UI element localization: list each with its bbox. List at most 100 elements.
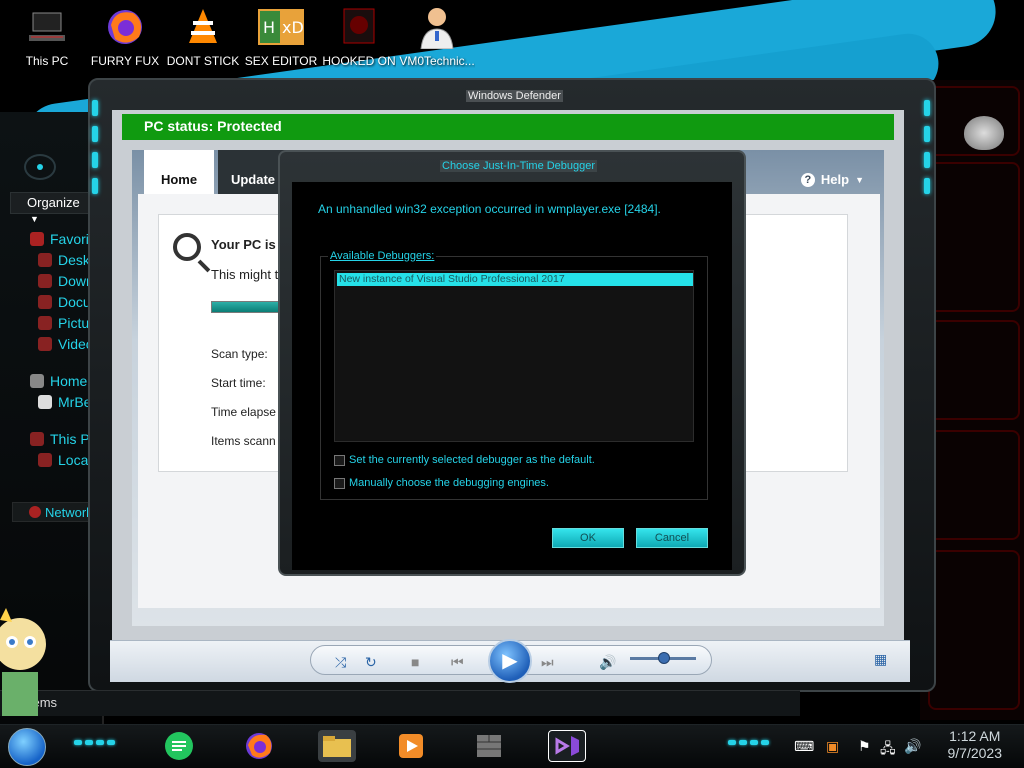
previous-icon[interactable]: ⏮ — [451, 654, 464, 671]
default-debugger-label: Set the currently selected debugger as t… — [349, 454, 595, 466]
explorer-status-bar: items — [0, 690, 800, 716]
volume-icon[interactable]: 🔊 — [599, 654, 616, 671]
taskbar-firefox[interactable] — [240, 730, 278, 762]
desktop-icon-hooked-on[interactable]: HOOKED ON — [320, 4, 398, 76]
pc-status-subtext: This might t — [211, 267, 279, 282]
flag-icon[interactable]: ⚑ — [858, 738, 871, 755]
alien-panel — [928, 162, 1020, 312]
debugger-list-item[interactable]: New instance of Visual Studio Profession… — [337, 273, 693, 286]
folder-icon — [323, 736, 351, 757]
desktop-icon-label: HOOKED ON — [322, 54, 396, 68]
taskbar-lights-left — [74, 740, 115, 745]
computer-icon — [24, 4, 70, 50]
manual-engines-checkbox-row[interactable]: Manually choose the debugging engines. — [334, 477, 549, 489]
play-button[interactable]: ▶ — [488, 639, 532, 683]
repeat-icon[interactable]: ↻ — [365, 654, 377, 671]
homegroup-icon — [30, 373, 44, 388]
desktop-icon — [38, 252, 52, 267]
vlc-icon — [180, 4, 226, 50]
available-debuggers-label: Available Debuggers: — [328, 250, 437, 262]
desktop-icon-this-pc[interactable]: This PC — [8, 4, 86, 76]
help-menu[interactable]: ? Help ▼ — [800, 172, 864, 187]
taskbar-lights-right — [728, 740, 769, 745]
dialog-body: An unhandled win32 exception occurred in… — [292, 182, 732, 570]
manual-engines-label: Manually choose the debugging engines. — [349, 477, 549, 489]
firefox-icon — [102, 4, 148, 50]
help-label: Help — [820, 172, 850, 187]
default-debugger-checkbox[interactable] — [334, 454, 345, 466]
gear-icon[interactable] — [24, 154, 56, 180]
dialog-title: Choose Just-In-Time Debugger — [440, 160, 598, 172]
pc-status-heading: Your PC is b — [211, 237, 288, 252]
brick-icon — [477, 735, 501, 757]
svg-text:H: H — [263, 18, 275, 37]
keyboard-icon[interactable]: ⌨ — [794, 738, 814, 755]
network-icon — [29, 506, 41, 518]
user-icon — [38, 394, 52, 409]
desktop-icon-dont-stick[interactable]: DONT STICK — [164, 4, 242, 76]
play-icon: ▶ — [502, 650, 518, 672]
desktop-icons: This PC FURRY FUX DONT STICK HxD SEX EDI… — [8, 4, 476, 76]
scan-progress-bar — [211, 301, 281, 313]
taskbar-media-player[interactable] — [392, 730, 430, 762]
default-debugger-checkbox-row[interactable]: Set the currently selected debugger as t… — [334, 454, 595, 466]
stop-icon[interactable]: ■ — [411, 654, 419, 670]
time-elapsed-label: Time elapse — [211, 405, 276, 419]
chevron-down-icon: ▼ — [30, 214, 39, 224]
clock[interactable]: 1:12 AM 9/7/2023 — [948, 728, 1003, 762]
frame-lights-left — [92, 100, 100, 204]
media-controls: ⤮ ↻ ■ ⏮ ⏭ 🔊 ▶ ▦ — [110, 639, 910, 683]
desktop-icon-vm0technic[interactable]: VM0Technic... — [398, 4, 476, 76]
taskbar-app-grid[interactable] — [470, 730, 508, 762]
tab-home[interactable]: Home — [144, 150, 214, 194]
desktop-icon-label: DONT STICK — [166, 54, 240, 68]
exception-message: An unhandled win32 exception occurred in… — [318, 202, 661, 216]
clock-date: 9/7/2023 — [947, 745, 1003, 761]
taskbar-visual-studio[interactable] — [548, 730, 586, 762]
switch-view-icon[interactable]: ▦ — [874, 651, 887, 668]
alien-panel — [928, 320, 1020, 420]
visual-studio-icon — [555, 736, 579, 756]
search-icon — [173, 233, 201, 261]
alien-panel — [928, 430, 1020, 540]
frame-lights-right — [924, 100, 932, 204]
star-icon — [30, 231, 44, 246]
start-button[interactable] — [8, 728, 46, 766]
items-scanned-label: Items scann — [211, 434, 276, 448]
manual-engines-checkbox[interactable] — [334, 477, 345, 489]
desktop-icon-furry-fux[interactable]: FURRY FUX — [86, 4, 164, 76]
notification-icon[interactable]: ▣ — [826, 738, 839, 755]
ok-button[interactable]: OK — [552, 528, 624, 548]
nav-item-network[interactable]: Network — [12, 502, 94, 522]
start-time-label: Start time: — [211, 376, 266, 390]
character-sticker — [0, 600, 60, 724]
desktop-icon-sex-editor[interactable]: HxD SEX EDITOR — [242, 4, 320, 76]
desktop-icon-label: SEX EDITOR — [244, 54, 318, 68]
jit-debugger-dialog: Choose Just-In-Time Debugger An unhandle… — [278, 150, 746, 576]
pc-status-bar: PC status: Protected — [122, 114, 894, 140]
alien-panel — [928, 86, 1020, 156]
clock-time: 1:12 AM — [949, 728, 1001, 744]
computer-icon — [30, 431, 44, 446]
notes-icon — [165, 732, 193, 760]
taskbar-file-explorer[interactable] — [318, 730, 356, 762]
volume-icon[interactable]: 🔊 — [904, 738, 921, 755]
nav-item-label: Network — [45, 504, 93, 520]
download-icon — [38, 273, 52, 288]
shuffle-icon[interactable]: ⤮ — [335, 654, 346, 671]
video-icon — [336, 4, 382, 50]
taskbar-notes-app[interactable] — [160, 730, 198, 762]
media-player-icon — [399, 734, 423, 758]
debuggers-listbox[interactable]: New instance of Visual Studio Profession… — [334, 270, 694, 442]
doctor-icon — [414, 4, 460, 50]
desktop-icon-label: FURRY FUX — [90, 54, 160, 68]
hxd-icon: HxD — [258, 4, 304, 50]
chevron-down-icon: ▼ — [855, 174, 864, 185]
network-status-icon[interactable]: 🖧 — [880, 738, 896, 762]
cancel-button[interactable]: Cancel — [636, 528, 708, 548]
next-icon[interactable]: ⏭ — [541, 654, 554, 671]
film-icon — [38, 336, 52, 351]
organize-button[interactable]: Organize ▼ — [10, 192, 92, 224]
nav-item-label: Local — [58, 451, 92, 468]
volume-slider-thumb[interactable] — [658, 652, 670, 664]
